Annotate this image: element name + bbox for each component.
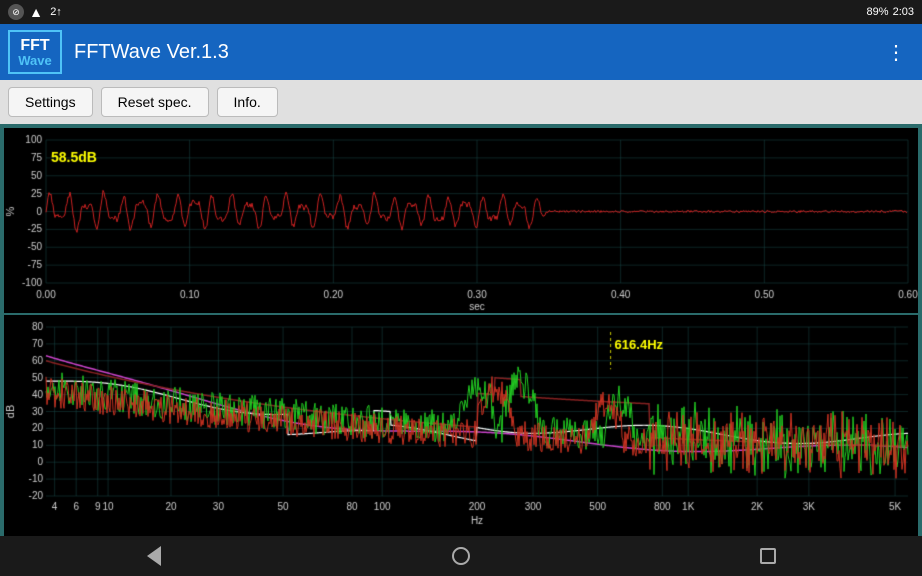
fft-canvas [4,315,918,528]
back-button[interactable] [124,541,184,571]
charts-area [0,124,922,536]
recents-icon [760,548,776,564]
wave-chart-container [4,128,918,313]
wifi-icon: ⊘ [8,4,24,20]
network-icon: ▲ [28,4,44,20]
signal-icon: 2↑ [48,4,64,20]
fft-chart-container [4,315,918,536]
overflow-menu-button[interactable]: ⋮ [878,32,914,73]
info-button[interactable]: Info. [217,87,278,117]
button-bar: Settings Reset spec. Info. [0,80,922,124]
logo-bottom: Wave [18,54,51,67]
title-bar: FFT Wave FFTWave Ver.1.3 ⋮ [0,24,922,80]
settings-button[interactable]: Settings [8,87,93,117]
app-title: FFTWave Ver.1.3 [74,41,878,64]
home-button[interactable] [431,541,491,571]
status-bar-left: ⊘ ▲ 2↑ [8,4,64,20]
status-bar: ⊘ ▲ 2↑ 89% 2:03 [0,0,922,24]
status-bar-right: 89% 2:03 [867,6,914,18]
clock: 2:03 [893,6,914,18]
app-logo: FFT Wave [8,30,62,74]
back-icon [147,546,161,566]
wave-canvas [4,128,918,313]
recents-button[interactable] [738,541,798,571]
battery-percent: 89% [867,6,889,18]
navigation-bar [0,536,922,576]
home-icon [452,547,470,565]
logo-top: FFT [20,38,49,54]
reset-spec-button[interactable]: Reset spec. [101,87,209,117]
